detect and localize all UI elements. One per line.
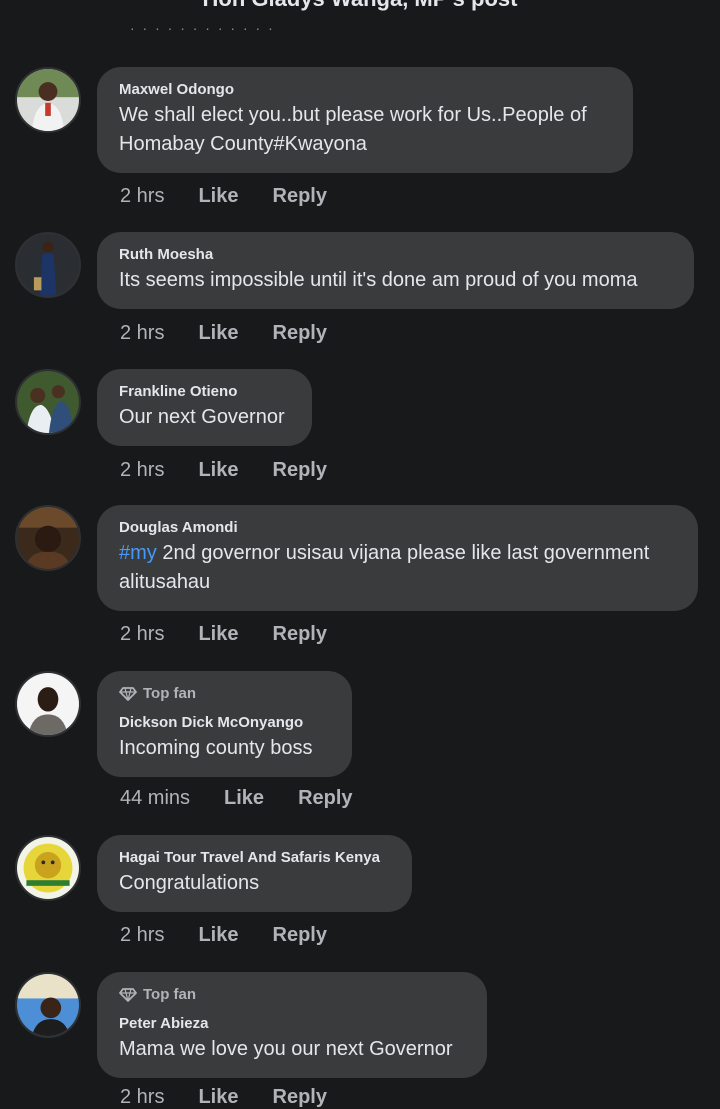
comment-bubble: Douglas Amondi #my 2nd governor usisau v… bbox=[97, 505, 698, 611]
comment-text: We shall elect you..but please work for … bbox=[119, 104, 587, 155]
comment-time[interactable]: 2 hrs bbox=[120, 623, 164, 646]
hashtag-link[interactable]: #my bbox=[119, 542, 157, 564]
like-button[interactable]: Like bbox=[198, 185, 238, 208]
comment-actions: 2 hrs Like Reply bbox=[120, 924, 327, 947]
reply-button[interactable]: Reply bbox=[273, 623, 327, 646]
avatar[interactable] bbox=[15, 835, 81, 901]
diamond-icon bbox=[119, 987, 137, 1002]
commenter-name[interactable]: Maxwel Odongo bbox=[119, 79, 611, 101]
comment-bubble: Frankline Otieno Our next Governor bbox=[97, 369, 312, 446]
avatar[interactable] bbox=[15, 671, 81, 737]
comment-text: Congratulations bbox=[119, 872, 260, 894]
comment-text-body: 2nd governor usisau vijana please like l… bbox=[119, 542, 650, 593]
like-button[interactable]: Like bbox=[198, 322, 238, 345]
comment-bubble: Hagai Tour Travel And Safaris Kenya Cong… bbox=[97, 835, 412, 912]
avatar[interactable] bbox=[15, 369, 81, 435]
avatar[interactable] bbox=[15, 232, 81, 298]
comment-text: Incoming county boss bbox=[119, 737, 313, 759]
post-subtitle: · · · · · · · · · · · · bbox=[130, 20, 275, 32]
comment-bubble: Top fan Dickson Dick McOnyango Incoming … bbox=[97, 671, 352, 777]
comment-bubble: Top fan Peter Abieza Mama we love you ou… bbox=[97, 972, 487, 1078]
comment-text: Our next Governor bbox=[119, 406, 285, 428]
avatar[interactable] bbox=[15, 505, 81, 571]
comment-text: #my 2nd governor usisau vijana please li… bbox=[119, 539, 676, 597]
comment-time[interactable]: 44 mins bbox=[120, 787, 190, 810]
avatar[interactable] bbox=[15, 972, 81, 1038]
commenter-name[interactable]: Peter Abieza bbox=[119, 1013, 465, 1035]
reply-button[interactable]: Reply bbox=[273, 322, 327, 345]
reply-button[interactable]: Reply bbox=[273, 459, 327, 482]
like-button[interactable]: Like bbox=[198, 459, 238, 482]
commenter-name[interactable]: Dickson Dick McOnyango bbox=[119, 712, 330, 734]
comment-time[interactable]: 2 hrs bbox=[120, 322, 164, 345]
comment-actions: 2 hrs Like Reply bbox=[120, 322, 327, 345]
diamond-icon bbox=[119, 686, 137, 701]
like-button[interactable]: Like bbox=[198, 623, 238, 646]
comment-bubble: Ruth Moesha Its seems impossible until i… bbox=[97, 232, 694, 309]
comment-text: Mama we love you our next Governor bbox=[119, 1038, 453, 1060]
like-button[interactable]: Like bbox=[224, 787, 264, 810]
comment-actions: 2 hrs Like Reply bbox=[120, 459, 327, 482]
comment-actions: 2 hrs Like Reply bbox=[120, 185, 327, 208]
commenter-name[interactable]: Douglas Amondi bbox=[119, 517, 676, 539]
commenter-name[interactable]: Frankline Otieno bbox=[119, 381, 290, 403]
reply-button[interactable]: Reply bbox=[298, 787, 352, 810]
comment-bubble: Maxwel Odongo We shall elect you..but pl… bbox=[97, 67, 633, 173]
comment-time[interactable]: 2 hrs bbox=[120, 185, 164, 208]
reply-button[interactable]: Reply bbox=[273, 924, 327, 947]
top-fan-badge: Top fan bbox=[119, 685, 330, 702]
comment-time[interactable]: 2 hrs bbox=[120, 459, 164, 482]
reply-button[interactable]: Reply bbox=[273, 185, 327, 208]
post-title: Hon Gladys Wanga, MP's post bbox=[0, 0, 720, 12]
comment-time[interactable]: 2 hrs bbox=[120, 924, 164, 947]
comment-text: Its seems impossible until it's done am … bbox=[119, 269, 638, 291]
top-fan-badge: Top fan bbox=[119, 986, 465, 1003]
badge-label: Top fan bbox=[143, 685, 197, 702]
avatar[interactable] bbox=[15, 67, 81, 133]
like-button[interactable]: Like bbox=[198, 924, 238, 947]
comment-actions: 2 hrs Like Reply bbox=[120, 623, 327, 646]
commenter-name[interactable]: Hagai Tour Travel And Safaris Kenya bbox=[119, 847, 390, 869]
comment-actions: 44 mins Like Reply bbox=[120, 787, 353, 810]
commenter-name[interactable]: Ruth Moesha bbox=[119, 244, 672, 266]
badge-label: Top fan bbox=[143, 986, 197, 1003]
